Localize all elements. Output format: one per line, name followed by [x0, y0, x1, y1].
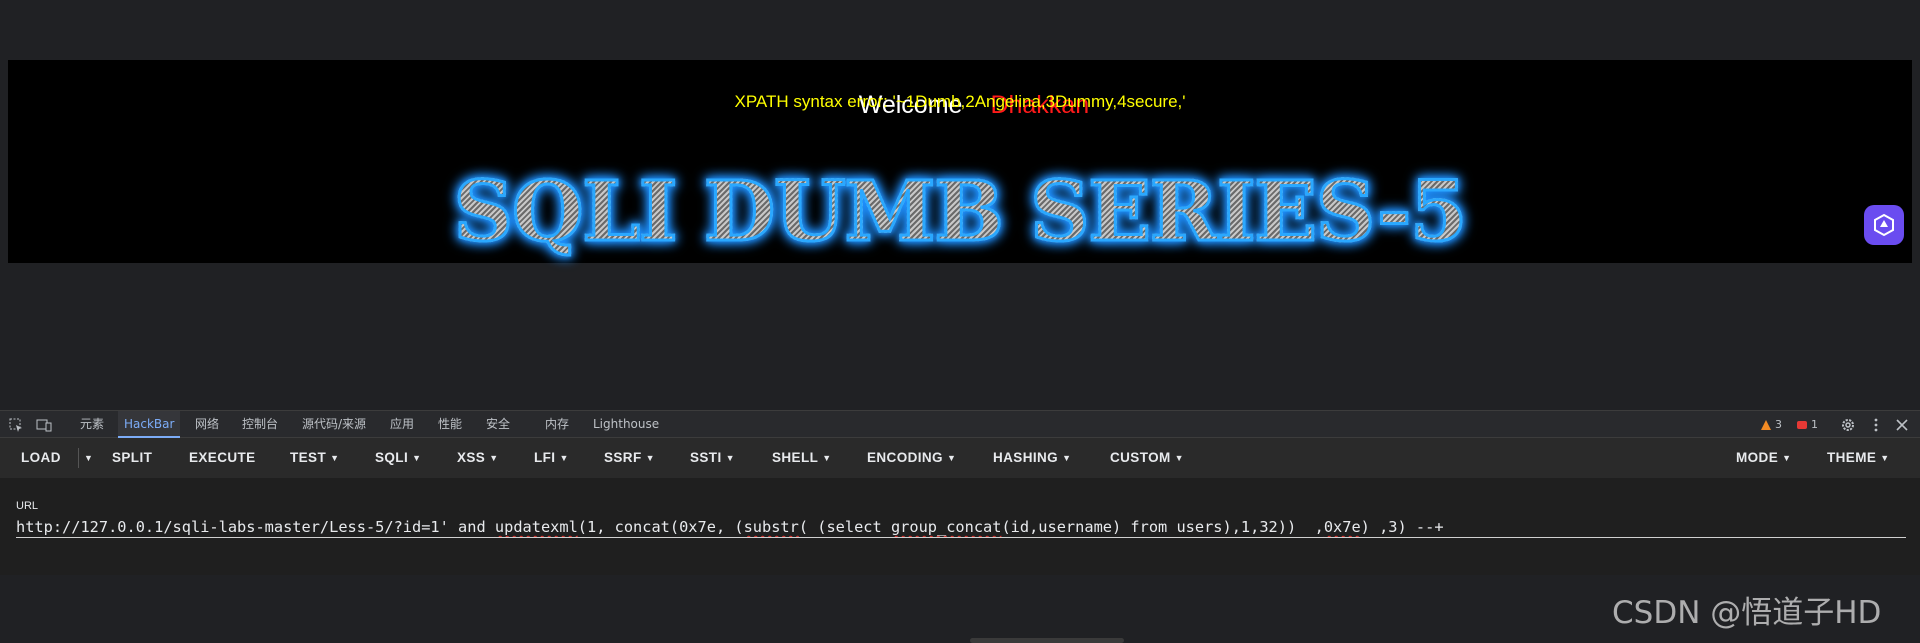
- series-title-art: SQLI DUMB SERIES-5: [8, 163, 1912, 262]
- lfi-menu[interactable]: LFI ▼: [534, 438, 569, 478]
- lfi-menu-label: LFI: [534, 450, 556, 465]
- url-segment-spellcheck: updatexml: [494, 518, 578, 536]
- tab-hackbar[interactable]: HackBar: [118, 411, 181, 438]
- tab-performance[interactable]: 性能: [432, 411, 468, 438]
- url-segment-spellcheck: 0x7e: [1323, 518, 1361, 536]
- caret-down-icon: ▼: [1062, 453, 1072, 463]
- ssrf-menu-label: SSRF: [604, 450, 642, 465]
- url-segment: (1, concat(0x7e, (: [577, 518, 744, 536]
- theme-menu[interactable]: THEME ▼: [1827, 438, 1890, 478]
- devtools-panel: 元素 HackBar 网络 控制台 源代码/来源 应用 性能 安全 内存 Lig…: [0, 410, 1920, 643]
- caret-down-icon: ▼: [946, 453, 957, 463]
- caret-down-icon: ▼: [1880, 453, 1890, 463]
- test-menu-label: TEST: [290, 450, 327, 465]
- mode-menu[interactable]: MODE ▼: [1736, 438, 1791, 478]
- test-menu[interactable]: TEST ▼: [290, 438, 339, 478]
- more-options-icon[interactable]: [1868, 417, 1884, 433]
- url-segment: ( (select: [798, 518, 891, 536]
- page-banner: Welcome Dhakkan XPATH syntax error: '~1Du…: [8, 60, 1912, 263]
- tab-application[interactable]: 应用: [384, 411, 420, 438]
- caret-down-icon: ▼: [725, 453, 735, 463]
- url-segment: (id,username) from users),1,32)) ,: [1001, 518, 1324, 536]
- caret-down-icon: ▼: [1782, 453, 1792, 463]
- hashing-menu[interactable]: HASHING ▼: [993, 438, 1071, 478]
- inspect-element-icon[interactable]: [8, 417, 24, 433]
- caret-down-icon: ▼: [822, 453, 832, 463]
- device-toolbar-icon[interactable]: [36, 417, 52, 433]
- theme-menu-label: THEME: [1827, 450, 1877, 465]
- shell-menu-label: SHELL: [772, 450, 819, 465]
- mode-menu-label: MODE: [1736, 450, 1779, 465]
- csdn-watermark: CSDN @悟道子HD: [1612, 595, 1882, 631]
- encoding-menu-label: ENCODING: [867, 450, 943, 465]
- caret-down-icon: ▼: [330, 453, 340, 463]
- execute-button[interactable]: EXECUTE: [189, 438, 256, 478]
- encoding-menu[interactable]: ENCODING ▼: [867, 438, 956, 478]
- caret-down-icon: ▼: [1174, 453, 1184, 463]
- tab-security[interactable]: 安全: [480, 411, 516, 438]
- sqli-menu-label: SQLI: [375, 450, 409, 465]
- custom-menu[interactable]: CUSTOM ▼: [1110, 438, 1184, 478]
- error-icon[interactable]: [1796, 419, 1808, 431]
- shell-menu[interactable]: SHELL ▼: [772, 438, 832, 478]
- ssti-menu[interactable]: SSTI ▼: [690, 438, 735, 478]
- tab-console[interactable]: 控制台: [236, 411, 284, 438]
- caret-down-icon: ▼: [645, 453, 655, 463]
- errors-count[interactable]: 1: [1811, 418, 1818, 431]
- devtools-tabbar: 元素 HackBar 网络 控制台 源代码/来源 应用 性能 安全 内存 Lig…: [0, 410, 1920, 438]
- url-section: URL http://127.0.0.1/sqli-labs-master/Le…: [0, 478, 1920, 643]
- settings-gear-icon[interactable]: [1840, 417, 1856, 433]
- url-segment-spellcheck: group_concat: [890, 518, 1002, 536]
- caret-down-icon: ▼: [559, 453, 569, 463]
- warning-icon[interactable]: [1760, 419, 1772, 431]
- load-dropdown-button[interactable]: ▼: [80, 438, 93, 478]
- tab-sources[interactable]: 源代码/来源: [296, 411, 372, 438]
- xss-menu[interactable]: XSS ▼: [457, 438, 499, 478]
- custom-menu-label: CUSTOM: [1110, 450, 1171, 465]
- tab-memory[interactable]: 内存: [539, 411, 575, 438]
- tab-network[interactable]: 网络: [189, 411, 225, 438]
- horizontal-scrollbar[interactable]: [970, 638, 1124, 643]
- toolbar-divider: [78, 448, 79, 468]
- ai-assistant-button[interactable]: [1864, 205, 1904, 245]
- hashing-menu-label: HASHING: [993, 450, 1059, 465]
- url-segment: http://127.0.0.1/sqli-labs-master/Less-5…: [16, 518, 495, 536]
- load-button[interactable]: LOAD: [21, 438, 61, 478]
- url-segment: ) ,3) --+: [1360, 518, 1444, 536]
- split-button[interactable]: SPLIT: [112, 438, 152, 478]
- tab-elements[interactable]: 元素: [74, 411, 110, 438]
- url-label: URL: [16, 500, 39, 512]
- ssrf-menu[interactable]: SSRF ▼: [604, 438, 655, 478]
- hackbar-toolbar: LOAD ▼ SPLIT EXECUTE TEST ▼ SQLI ▼ XSS ▼ LF…: [0, 438, 1920, 478]
- caret-down-icon: ▼: [412, 453, 422, 463]
- url-segment-spellcheck: substr: [743, 518, 799, 536]
- xss-menu-label: XSS: [457, 450, 486, 465]
- caret-down-icon: ▼: [489, 453, 499, 463]
- warnings-count[interactable]: 3: [1775, 418, 1782, 431]
- xpath-error-message: XPATH syntax error: '~1Dumb,2Angelina,3D…: [734, 92, 1186, 111]
- sqli-menu[interactable]: SQLI ▼: [375, 438, 421, 478]
- ssti-menu-label: SSTI: [690, 450, 722, 465]
- caret-down-icon: ▼: [84, 453, 94, 463]
- url-input[interactable]: http://127.0.0.1/sqli-labs-master/Less-5…: [16, 516, 1906, 538]
- ai-assistant-icon: [1874, 213, 1894, 237]
- tab-lighthouse[interactable]: Lighthouse: [587, 411, 665, 438]
- close-icon[interactable]: [1894, 417, 1910, 433]
